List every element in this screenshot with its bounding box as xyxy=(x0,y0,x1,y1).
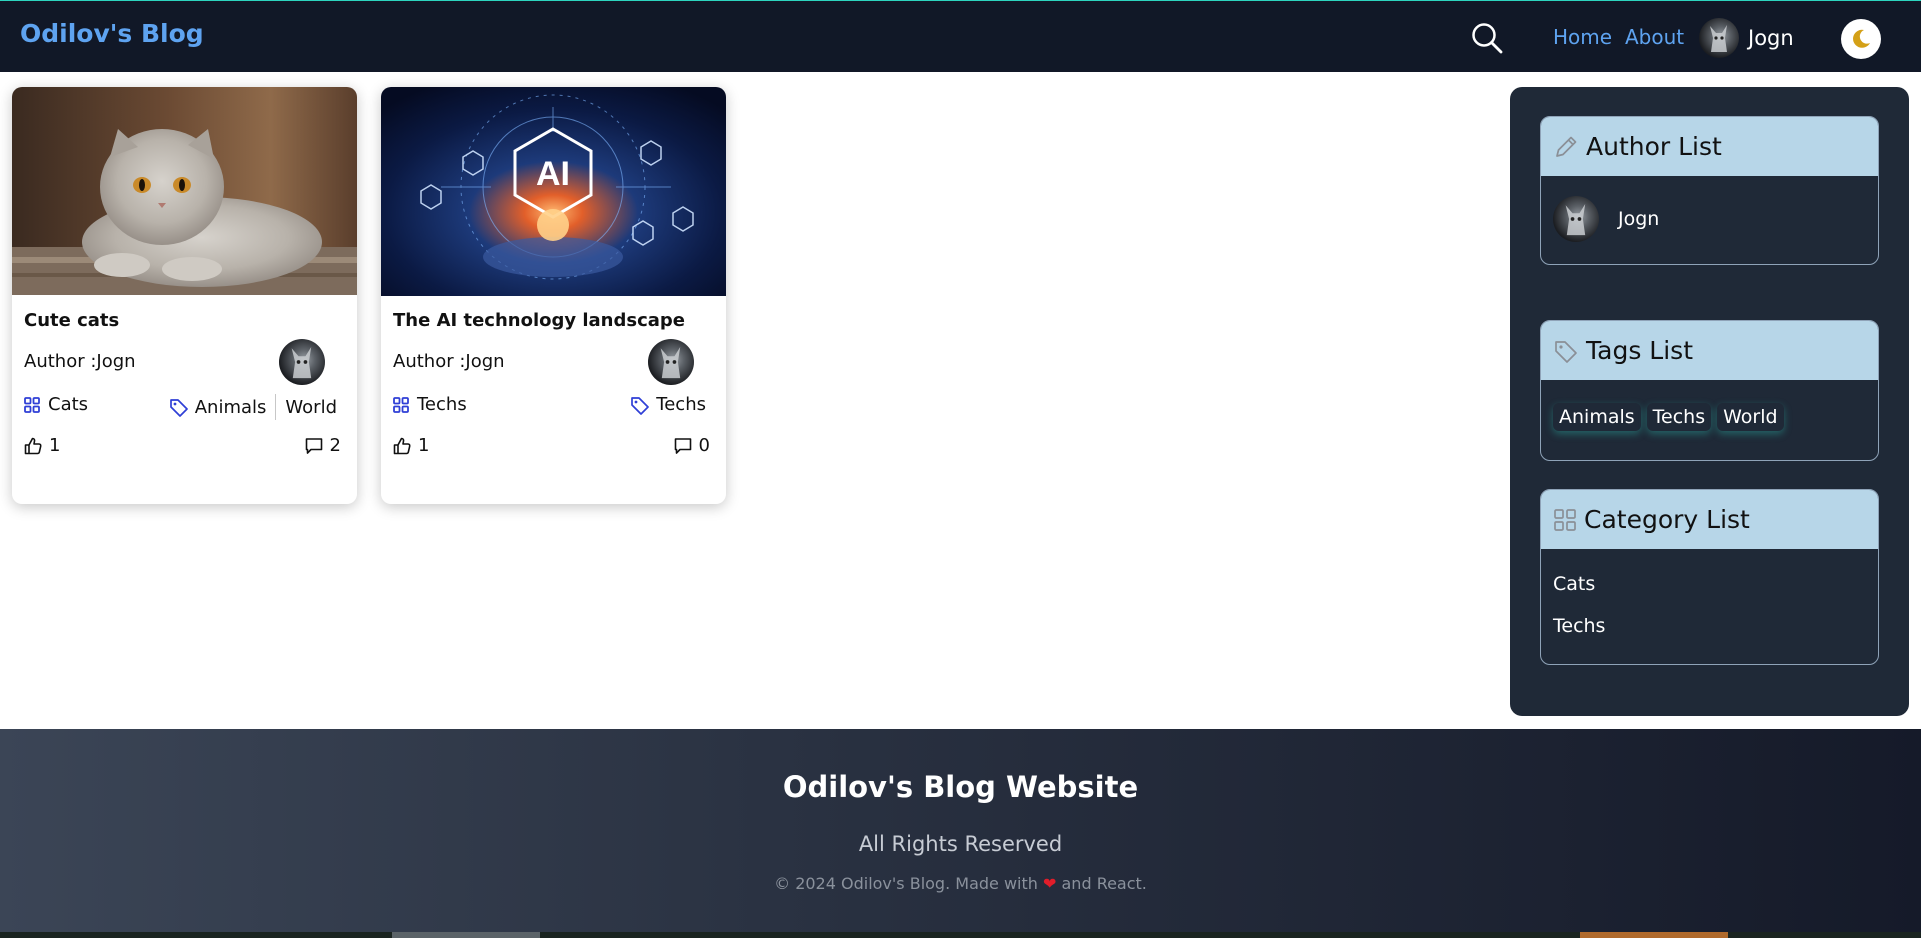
comment-count: 0 xyxy=(698,435,710,456)
post-category[interactable]: Techs xyxy=(393,394,467,415)
category-list-title: Category List xyxy=(1584,505,1750,534)
nav-user-profile[interactable]: Jogn xyxy=(1699,18,1794,58)
tags-list-title: Tags List xyxy=(1586,336,1693,365)
post-tag[interactable]: Techs xyxy=(656,394,706,415)
tag-pill-list: Animals Techs World xyxy=(1553,403,1790,431)
category-grid-icon xyxy=(393,396,409,413)
nav-home-link[interactable]: Home xyxy=(1553,25,1612,49)
moon-icon xyxy=(1853,29,1870,48)
post-image-cat[interactable] xyxy=(12,87,357,295)
author-avatar[interactable] xyxy=(648,339,694,385)
thumbs-up-icon xyxy=(393,437,411,454)
user-avatar xyxy=(1699,18,1739,58)
brand-logo[interactable]: Odilov's Blog xyxy=(20,19,204,48)
like-count: 1 xyxy=(49,435,61,456)
footer-copyright-text: © 2024 Odilov's Blog. Made with xyxy=(774,874,1038,893)
category-grid-icon xyxy=(24,396,40,413)
tag-pill[interactable]: Techs xyxy=(1647,403,1711,431)
comment-count: 2 xyxy=(329,435,341,456)
post-card[interactable]: Cute cats Author :Jogn Cats Animals Worl… xyxy=(12,87,357,504)
tag-pill[interactable]: Animals xyxy=(1553,403,1641,431)
like-button[interactable]: 1 xyxy=(393,435,429,456)
author-list-title: Author List xyxy=(1586,132,1722,161)
footer-copyright: © 2024 Odilov's Blog. Made with ❤ and Re… xyxy=(0,874,1921,893)
ai-hex-label: AI xyxy=(536,155,570,193)
author-avatar[interactable] xyxy=(279,339,325,385)
category-item[interactable]: Cats xyxy=(1553,573,1605,615)
author-name: Jogn xyxy=(1618,208,1660,230)
category-list: Cats Techs xyxy=(1553,573,1605,657)
post-tags: Animals World xyxy=(169,394,337,420)
tag-divider xyxy=(275,394,277,420)
footer-title: Odilov's Blog Website xyxy=(782,770,1139,804)
post-category-label: Cats xyxy=(48,394,89,415)
category-list-header: Category List xyxy=(1541,490,1878,549)
bottom-strip-segment xyxy=(392,932,540,938)
post-category-label: Techs xyxy=(417,394,467,415)
post-author: Author :Jogn xyxy=(393,351,505,372)
category-item[interactable]: Techs xyxy=(1553,615,1605,657)
search-icon[interactable] xyxy=(1470,21,1504,55)
nav-about-link[interactable]: About xyxy=(1625,25,1684,49)
sidebar: Author List Jogn Tags List Animals Techs… xyxy=(1510,87,1909,716)
nav-username: Jogn xyxy=(1748,26,1794,50)
like-count: 1 xyxy=(418,435,430,456)
category-grid-icon xyxy=(1554,508,1576,531)
like-button[interactable]: 1 xyxy=(24,435,60,456)
tag-pill[interactable]: World xyxy=(1717,403,1783,431)
pencil-icon xyxy=(1556,136,1577,157)
post-category[interactable]: Cats xyxy=(24,394,88,415)
post-author: Author :Jogn xyxy=(24,351,136,372)
footer-rights: All Rights Reserved xyxy=(858,832,1063,856)
post-card[interactable]: AI The AI technology landscape Author :J… xyxy=(381,87,726,504)
comment-button[interactable]: 0 xyxy=(674,435,710,456)
post-tags: Techs xyxy=(630,394,706,415)
comment-icon xyxy=(305,437,322,454)
comment-icon xyxy=(674,437,691,454)
category-list-panel: Category List Cats Techs xyxy=(1540,489,1879,665)
post-image-ai[interactable]: AI xyxy=(381,87,726,296)
author-avatar xyxy=(1553,196,1599,242)
tags-list-panel: Tags List Animals Techs World xyxy=(1540,320,1879,461)
heart-icon: ❤ xyxy=(1043,874,1057,893)
post-title[interactable]: The AI technology landscape xyxy=(393,310,685,331)
footer: Odilov's Blog Website All Rights Reserve… xyxy=(0,729,1921,938)
post-tag[interactable]: World xyxy=(285,397,337,418)
author-list-item[interactable]: Jogn xyxy=(1553,196,1659,242)
tag-icon xyxy=(1555,340,1577,363)
post-title[interactable]: Cute cats xyxy=(24,310,119,331)
tag-icon xyxy=(169,399,188,417)
post-tag[interactable]: Animals xyxy=(195,397,267,418)
theme-toggle-button[interactable] xyxy=(1841,19,1881,59)
thumbs-up-icon xyxy=(24,437,42,454)
bottom-strip-segment xyxy=(1580,932,1728,938)
author-list-panel: Author List Jogn xyxy=(1540,116,1879,265)
footer-copyright-suffix: and React. xyxy=(1061,874,1147,893)
comment-button[interactable]: 2 xyxy=(305,435,341,456)
tag-icon xyxy=(631,396,650,415)
navbar: Odilov's Blog Home About Jogn xyxy=(0,0,1921,72)
author-list-header: Author List xyxy=(1541,117,1878,176)
tags-list-header: Tags List xyxy=(1541,321,1878,380)
